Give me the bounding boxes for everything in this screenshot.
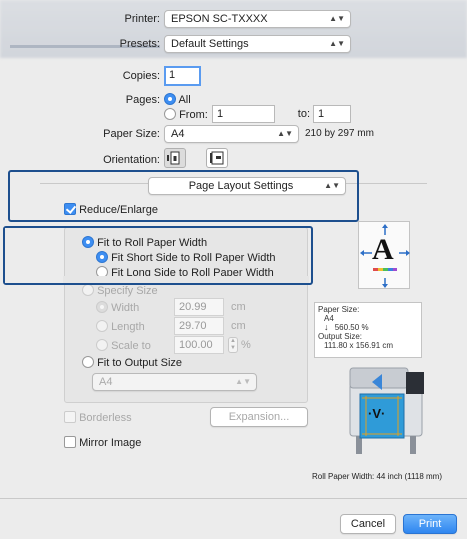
fit-output-radio[interactable]: Fit to Output Size <box>82 356 182 369</box>
scale-stepper[interactable]: ▲ ▼ <box>228 337 238 353</box>
radio-icon <box>82 356 94 368</box>
checkbox-icon <box>64 411 76 423</box>
printer-value: EPSON SC-TXXXX <box>171 13 268 25</box>
chevron-updown-icon: ▲▼ <box>277 129 293 138</box>
preview-letter: A <box>372 233 394 266</box>
reduce-enlarge-checkbox[interactable]: Reduce/Enlarge <box>64 203 158 216</box>
pages-from-label: From: <box>179 109 208 121</box>
chevron-updown-icon: ▲▼ <box>329 14 345 23</box>
presets-popup[interactable]: Default Settings ▲▼ <box>164 35 351 53</box>
scale-radio[interactable]: Scale to <box>96 339 151 352</box>
copies-field[interactable]: 1 <box>164 66 201 86</box>
portrait-icon <box>167 151 180 165</box>
paper-size-info-label: Paper Size: <box>318 305 360 314</box>
pages-all-label: All <box>178 94 191 106</box>
width-label: Width <box>111 302 140 314</box>
preview-page: A <box>358 221 410 289</box>
copies-label: Copies: <box>122 70 160 82</box>
chevron-updown-icon: ▲▼ <box>329 39 345 48</box>
expansion-button[interactable]: Expansion... <box>210 407 308 427</box>
length-field[interactable]: 29.70 <box>174 317 224 335</box>
highlight-frame-panel <box>8 170 359 222</box>
radio-icon <box>96 320 108 332</box>
separator <box>0 498 467 499</box>
orientation-label: Orientation: <box>103 154 160 166</box>
borderless-label: Borderless <box>79 412 132 424</box>
pages-from-field[interactable]: 1 <box>212 105 275 123</box>
radio-icon <box>164 108 176 120</box>
down-arrow-icon: ↓ <box>324 322 329 332</box>
mirror-image-checkbox[interactable]: Mirror Image <box>64 436 141 449</box>
paper-size-value: A4 <box>171 128 185 140</box>
printer-popup[interactable]: EPSON SC-TXXXX ▲▼ <box>164 10 351 28</box>
fit-output-label: Fit to Output Size <box>97 357 183 369</box>
specify-size-label: Specify Size <box>97 285 158 297</box>
paper-dimensions: 210 by 297 mm <box>305 128 374 139</box>
width-field[interactable]: 20.99 <box>174 298 224 316</box>
radio-icon <box>82 284 94 296</box>
width-radio[interactable]: Width <box>96 301 139 314</box>
printer-illustration: ·V· <box>336 362 428 460</box>
scale-field[interactable]: 100.00 <box>174 336 224 354</box>
output-size-label: Output Size: <box>318 332 363 341</box>
scale-unit: % <box>241 339 251 351</box>
paper-size-label: Paper Size: <box>103 128 160 140</box>
radio-icon <box>96 339 108 351</box>
radio-icon <box>96 301 108 313</box>
checkbox-icon <box>64 436 76 448</box>
specify-size-radio[interactable]: Specify Size <box>82 284 158 297</box>
presets-value: Default Settings <box>171 38 249 50</box>
highlight-fill <box>63 276 309 283</box>
printer-output-letter: ·V· <box>368 406 386 421</box>
pages-label: Pages: <box>125 94 160 106</box>
pages-to-field[interactable]: 1 <box>313 105 351 123</box>
pages-all-radio[interactable]: All <box>164 93 191 106</box>
scale-info-unit: % <box>361 323 369 332</box>
output-size-value: 111.80 x 156.91 cm <box>324 341 394 350</box>
preview-info-box: Paper Size: A4 ↓ 560.50 % Output Size: 1… <box>314 302 422 358</box>
mirror-image-label: Mirror Image <box>79 437 142 449</box>
printer-output-letter-text: V <box>372 406 382 421</box>
length-unit: cm <box>231 320 246 332</box>
paper-size-popup[interactable]: A4 ▲▼ <box>164 125 299 143</box>
print-button[interactable]: Print <box>403 514 457 534</box>
pages-to-label: to: <box>297 108 310 120</box>
paper-size-info-value: A4 <box>324 314 334 323</box>
radio-icon <box>164 93 176 105</box>
length-radio[interactable]: Length <box>96 320 145 333</box>
printer-label: Printer: <box>124 13 160 25</box>
highlight-fill <box>5 228 63 283</box>
roll-paper-width: Roll Paper Width: 44 inch (1118 mm) <box>312 472 442 481</box>
landscape-icon <box>210 151 224 165</box>
scale-info-value: 560.50 <box>334 323 360 332</box>
length-label: Length <box>111 321 145 333</box>
fit-output-value: A4 <box>99 376 113 388</box>
checkbox-icon <box>64 203 76 215</box>
scale-label: Scale to <box>111 340 151 352</box>
borderless-checkbox[interactable]: Borderless <box>64 411 132 424</box>
orientation-portrait-button[interactable] <box>164 148 186 168</box>
orientation-landscape-button[interactable] <box>206 148 228 168</box>
cancel-button[interactable]: Cancel <box>340 514 396 534</box>
reduce-enlarge-label: Reduce/Enlarge <box>79 204 158 216</box>
width-unit: cm <box>231 301 246 313</box>
chevron-updown-icon: ▲▼ <box>235 377 251 386</box>
pages-from-radio[interactable]: From: <box>164 108 208 121</box>
presets-label: Presets: <box>119 38 160 50</box>
fit-output-popup[interactable]: A4 ▲▼ <box>92 373 257 391</box>
